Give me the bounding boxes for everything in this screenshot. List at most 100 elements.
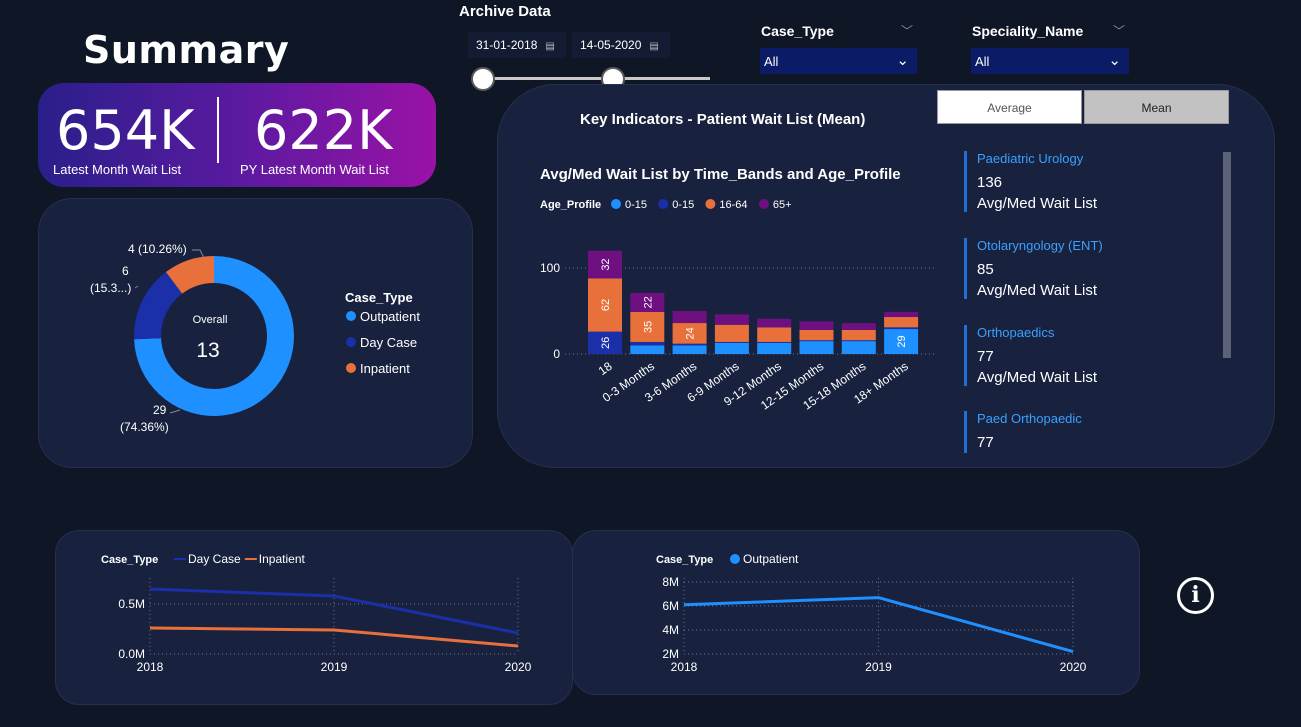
bar-segment-9-12-months-0-15[interactable] [757,341,792,343]
donut-label-daycase-count: 6 [122,264,129,278]
legend-item-day-case[interactable]: Day Case [360,335,417,350]
chevron-down-icon: ⌄ [896,52,909,69]
archive-data-title: Archive Data [459,3,551,20]
bar-segment-3-6-months-0-15[interactable] [672,345,707,354]
bar-segment-3-6-months-0-15[interactable] [672,343,707,346]
chevron-down-icon[interactable]: ﹀ [1113,22,1125,39]
legend-item-0-15[interactable]: 0-15 [625,199,647,211]
speciality-metric-label: Avg/Med Wait List [977,282,1098,299]
chevron-down-icon[interactable]: ﹀ [901,22,913,39]
x-tick-label: 18 [596,359,615,378]
legend-marker [758,199,769,209]
speciality-select-value: All [975,54,990,69]
legend-marker [346,337,356,347]
bar-segment-15-18-months-0-15[interactable] [841,341,876,354]
donut-leader-line [192,249,205,259]
speciality-metric-label: Avg/Med Wait List [977,369,1098,386]
legend-item-outpatient[interactable]: Outpatient [743,552,799,566]
kpi-py-latest-month-label: PY Latest Month Wait List [240,162,389,177]
x-tick-label: 2019 [321,660,348,674]
bar-segment-12-15-months-0-15[interactable] [799,340,834,342]
average-button[interactable]: Average [937,90,1082,124]
bar-segment-18+-months-0-15[interactable] [884,327,919,330]
y-tick-label: 8M [662,575,679,589]
bar-segment-0-3-months-0-15[interactable] [630,341,665,346]
mean-button[interactable]: Mean [1084,90,1229,124]
legend-item-inpatient[interactable]: Inpatient [259,552,306,566]
x-tick-label: 2018 [137,660,164,674]
y-tick-label: 0.0M [118,647,145,661]
bar-segment-18+-months-16-64[interactable] [884,317,919,328]
speciality-name: Otolaryngology (ENT) [977,238,1103,253]
bar-segment-9-12-months-16-64[interactable] [757,327,792,342]
legend-item-16-64[interactable]: 16-64 [719,199,747,211]
donut-label-outpatient-count: 29 [153,403,167,417]
legend-item-day-case[interactable]: Day Case [188,552,241,566]
legend-marker [611,199,621,209]
bar-segment-12-15-months-65+[interactable] [799,321,834,330]
bar-segment-12-15-months-16-64[interactable] [799,329,834,341]
end-date-value: 14-05-2020 [580,38,642,52]
bar-segment-15-18-months-65+[interactable] [841,323,876,330]
wait-list-stacked-bar-chart: Age_Profile 0-15 0-15 16-64 65+ 0 100 26 62 32… [540,199,935,413]
bar-segment-9-12-months-65+[interactable] [757,318,792,328]
bar-segment-6-9-months-16-64[interactable] [714,324,749,342]
speciality-card: Otolaryngology (ENT) 85 Avg/Med Wait Lis… [964,238,1214,299]
bar-data-label: 24 [685,327,697,339]
kpi-latest-month-label: Latest Month Wait List [53,162,182,177]
legend-item-65+[interactable]: 65+ [773,199,792,211]
calendar-icon[interactable]: ▤ [649,41,658,52]
legend-marker [705,199,716,209]
bar-segment-0-3-months-0-15[interactable] [630,345,665,354]
line-legend-title: Case_Type [656,554,713,566]
start-date-input[interactable]: 31-01-2018 ▤ [468,32,566,58]
bar-segment-3-6-months-65+[interactable] [672,311,707,324]
y-tick-label: 0.5M [118,597,145,611]
x-tick-label: 2020 [505,660,532,674]
bar-segment-15-18-months-16-64[interactable] [841,329,876,341]
legend-item-outpatient[interactable]: Outpatient [360,309,420,324]
end-date-input[interactable]: 14-05-2020 ▤ [572,32,670,58]
donut-leader-line [169,409,181,414]
y-tick-label: 2M [662,647,679,661]
donut-center-value: 13 [196,339,219,362]
line-series-inpatient[interactable] [149,626,519,648]
legend-marker [658,199,669,209]
speciality-card: Orthopaedics 77 Avg/Med Wait List [964,325,1214,386]
legend-marker [346,311,356,321]
info-icon[interactable]: i [1177,577,1214,614]
y-tick-label: 4M [662,623,679,637]
speciality-card: Paediatric Urology 136 Avg/Med Wait List [964,151,1214,212]
bar-segment-9-12-months-0-15[interactable] [757,342,792,354]
legend-item-0-15[interactable]: 0-15 [672,199,694,211]
case-type-donut-chart: Overall 13 4 (10.26%) 6 (15.3...) 29 (74… [90,242,420,434]
kpi-py-latest-month-value: 622K [254,99,393,162]
speciality-name: Paed Orthopaedic [977,411,1082,426]
case-type-slicer-title: Case_Type [761,23,834,39]
bar-data-label: 29 [896,335,908,347]
speciality-slicer-title: Speciality_Name [972,23,1084,39]
speciality-select[interactable]: All ⌄ [971,48,1129,74]
legend-marker [730,554,740,564]
line-series-outpatient[interactable] [683,596,1074,654]
date-range-slider[interactable] [484,77,710,80]
case-type-select[interactable]: All ⌄ [760,48,917,74]
line-legend-title: Case_Type [101,554,158,566]
chevron-down-icon: ⌄ [1108,52,1121,69]
bar-segment-6-9-months-0-15[interactable] [714,342,749,354]
bar-segment-12-15-months-0-15[interactable] [799,341,834,354]
y-tick-label: 100 [540,261,560,275]
bar-segment-15-18-months-0-15[interactable] [841,340,876,342]
legend-item-inpatient[interactable]: Inpatient [360,361,410,376]
date-range-start-handle[interactable] [471,67,495,91]
calendar-icon[interactable]: ▤ [545,41,554,52]
bar-segment-6-9-months-0-15[interactable] [714,341,749,343]
bar-segment-18+-months-65+[interactable] [884,311,919,318]
bar-segment-6-9-months-65+[interactable] [714,314,749,325]
daycase-inpatient-line-chart: Case_Type Day Case Inpatient 0.0M 0.5M 2018… [101,552,532,674]
x-tick-label: 2018 [671,660,698,674]
bar-data-label: 32 [600,258,612,270]
speciality-list-scrollbar[interactable] [1223,152,1231,358]
x-tick-label: 2019 [865,660,892,674]
bar-chart-title: Avg/Med Wait List by Time_Bands and Age_… [540,166,901,183]
